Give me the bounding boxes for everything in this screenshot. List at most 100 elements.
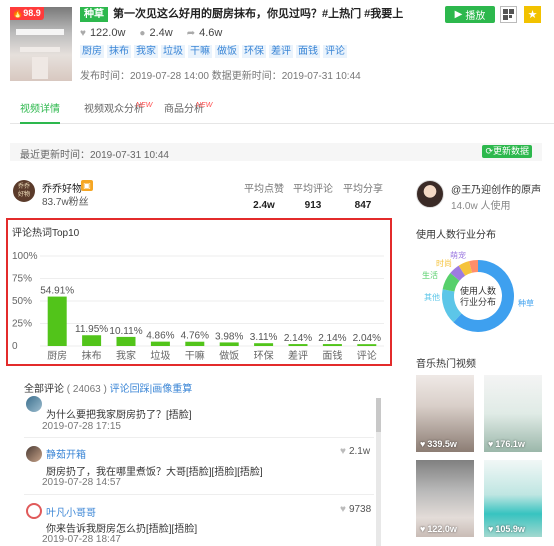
bar — [357, 344, 377, 346]
bar — [254, 343, 274, 346]
tag[interactable]: 做饭 — [215, 45, 239, 58]
y-tick-label: 75% — [12, 274, 32, 285]
tag[interactable]: 差评 — [269, 45, 293, 58]
bar — [185, 341, 205, 346]
comment-time: 2019-07-28 18:47 — [42, 534, 121, 545]
bar — [322, 344, 342, 346]
comment-likes: ♥ 9738 — [340, 504, 372, 515]
video-title[interactable]: 第一次见这么好用的厨房抹布，你见过吗？#上热门 #我要上热门 #v... — [113, 7, 403, 22]
x-tick-label: 做饭 — [219, 349, 239, 362]
comment-avatar[interactable] — [26, 503, 42, 519]
keyword-bar-chart: 0 25% 50% 75% 100% 54.91% 厨房 11.95% 抹布 10.11% 我家 4.… — [12, 251, 384, 362]
new-badge: NEW — [196, 102, 213, 109]
avg-comments: 平均评论 913 — [293, 184, 333, 211]
donut-segment — [442, 289, 462, 323]
portrait-recompute-link[interactable]: 画像重算 — [152, 384, 192, 395]
hot-video-thumb[interactable]: ♥ 122.0w — [416, 460, 474, 537]
bar — [219, 342, 239, 346]
comment-author[interactable]: 静茹开箱 — [46, 446, 86, 461]
author-badge-icon: ▣ — [81, 180, 93, 191]
bar-value-label: 4.76% — [181, 331, 209, 342]
bar-value-label: 4.86% — [146, 331, 174, 342]
x-tick-label: 抹布 — [82, 349, 102, 362]
hot-video-thumb[interactable]: ♥ 105.9w — [484, 460, 542, 537]
tag[interactable]: 干嘛 — [188, 45, 212, 58]
bar-value-label: 2.04% — [353, 333, 381, 344]
bar-value-label: 11.95% — [75, 324, 108, 335]
play-button[interactable]: ▶ 播放 — [445, 6, 495, 23]
donut-segment — [469, 260, 479, 273]
x-tick-label: 面钱 — [322, 349, 342, 362]
last-update-text: 最近更新时间：2019-07-31 10:44 — [20, 150, 169, 161]
comment-text: 你来告诉我厨房怎么扔[捂脸][捂脸] — [46, 524, 198, 535]
comment-author[interactable]: 叶凡小哥哥 — [46, 504, 96, 519]
refresh-icon: ⟳ — [485, 146, 493, 156]
hot-video-thumb[interactable]: ♥ 176.1w — [484, 375, 542, 452]
heart-icon: ♥ — [80, 27, 86, 39]
x-tick-label: 干嘛 — [185, 349, 205, 362]
qrcode-button[interactable] — [500, 6, 517, 23]
likes-stat: ♥ 122.0w — [80, 27, 126, 39]
x-tick-label: 厨房 — [47, 349, 67, 362]
comment-recheck-link[interactable]: 评论回踩 — [110, 384, 150, 395]
author-fans: 83.7w粉丝 — [42, 197, 89, 208]
star-icon: ★ — [527, 9, 538, 21]
author-avatar[interactable]: 乔乔 好物 — [13, 180, 35, 202]
y-tick-label: 50% — [12, 296, 32, 307]
donut-center-label: 行业分布 — [460, 296, 496, 307]
chart-title: 评论热词Top10 — [12, 228, 80, 239]
industry-donut-chart: 种草 其他 生活 萌宠时尚使用人数行业分布 — [422, 250, 534, 332]
tag[interactable]: 抹布 — [107, 45, 131, 58]
video-stats: ♥ 122.0w ● 2.4w ➦ 4.6w — [80, 27, 222, 39]
donut-center-label: 使用人数 — [460, 285, 496, 296]
comment-avatar[interactable] — [26, 396, 42, 412]
donut-segment-label: 时尚 — [436, 258, 452, 268]
donut-segment — [442, 273, 460, 292]
heart-icon: ♥ — [340, 446, 346, 457]
bar-value-label: 3.11% — [250, 332, 278, 343]
shares-stat: ➦ 4.6w — [186, 27, 223, 39]
comment-icon: ● — [139, 27, 146, 39]
tab-audience-analysis[interactable]: 视频观众分析 NEW — [84, 101, 152, 119]
tab-product-analysis[interactable]: 商品分析 NEW — [164, 101, 212, 119]
update-data-button[interactable]: ⟳更新数据 — [482, 145, 532, 158]
favorite-button[interactable]: ★ — [524, 6, 541, 23]
tag[interactable]: 垃圾 — [161, 45, 185, 58]
x-tick-label: 评论 — [357, 349, 377, 362]
music-name[interactable]: @王乃迎创作的原声 — [451, 181, 541, 196]
bar-value-label: 2.14% — [318, 333, 346, 344]
share-icon: ➦ — [186, 27, 196, 39]
comment-time: 2019-07-28 14:57 — [42, 477, 121, 488]
bar — [116, 336, 136, 346]
tag[interactable]: 面钱 — [296, 45, 320, 58]
new-badge: NEW — [136, 102, 153, 109]
comment-likes: ♥ 2.1w — [340, 446, 371, 457]
avg-likes: 平均点赞 2.4w — [244, 184, 284, 211]
heart-icon: ♥ — [488, 439, 494, 449]
music-usage: 14.0w 人使用 — [451, 201, 511, 212]
category-tag: 种草 — [80, 7, 108, 22]
donut-segment — [458, 261, 473, 276]
comment-text: 为什么要把我家厨房扔了？[捂脸] — [46, 410, 192, 421]
tag[interactable]: 环保 — [242, 45, 266, 58]
comment-avatar[interactable] — [26, 446, 42, 462]
y-tick-label: 100% — [12, 251, 38, 262]
bar — [82, 335, 102, 346]
heart-icon: ♥ — [420, 439, 426, 449]
update-bar: 最近更新时间：2019-07-31 10:44 ⟳更新数据 — [10, 143, 542, 161]
bar-value-label: 54.91% — [40, 286, 74, 297]
tab-video-details[interactable]: 视频详情 — [20, 101, 60, 124]
music-hot-videos-title: 音乐热门视频 — [416, 359, 476, 370]
heart-icon: ♥ — [420, 524, 426, 534]
comment-time: 2019-07-28 17:15 — [42, 421, 121, 432]
heart-icon: ♥ — [340, 504, 346, 515]
qrcode-icon — [503, 9, 508, 14]
comments-scrollbar[interactable] — [376, 398, 381, 546]
tag[interactable]: 我家 — [134, 45, 158, 58]
tag[interactable]: 评论 — [323, 45, 347, 58]
tag[interactable]: 厨房 — [80, 45, 104, 58]
hot-video-thumb[interactable]: ♥ 339.5w — [416, 375, 474, 452]
bar — [47, 296, 67, 346]
avg-shares: 平均分享 847 — [343, 184, 383, 211]
music-author-avatar[interactable] — [416, 180, 444, 208]
